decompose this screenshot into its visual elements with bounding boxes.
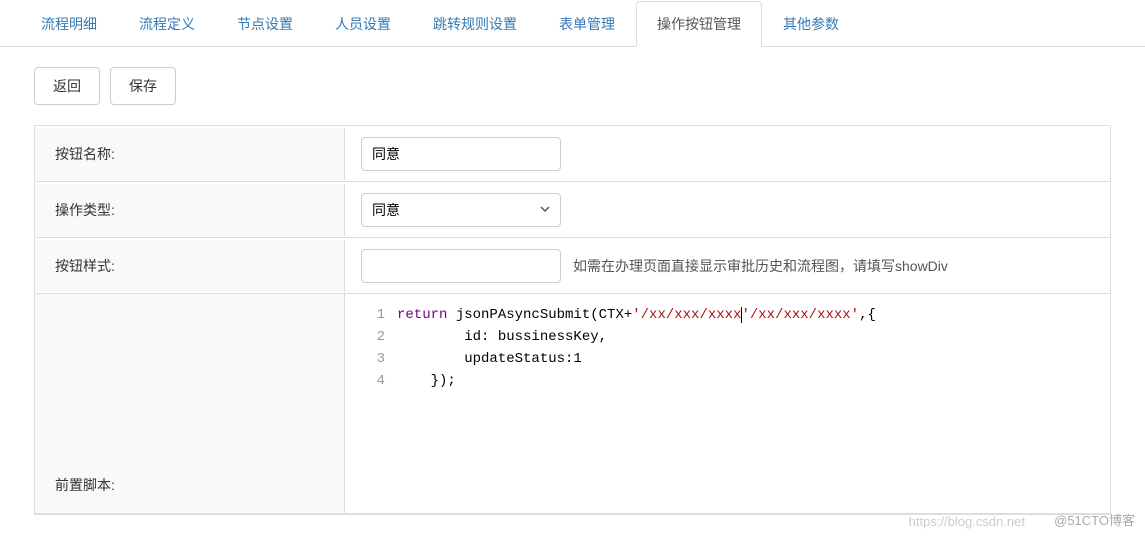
tabs-bar: 流程明细 流程定义 节点设置 人员设置 跳转规则设置 表单管理 操作按钮管理 其…: [0, 0, 1145, 47]
tab-other-params[interactable]: 其他参数: [762, 1, 860, 47]
row-pre-script: 前置脚本: 1 2 3 4 return jsonPAsyncSubmit(CT…: [35, 294, 1110, 514]
row-button-style: 按钮样式: 如需在办理页面直接显示审批历史和流程图，请填写showDiv: [35, 238, 1110, 294]
row-operation-type: 操作类型: 同意: [35, 182, 1110, 238]
watermark-csdn: https://blog.csdn.net: [909, 514, 1025, 529]
label-button-name: 按钮名称:: [35, 128, 345, 180]
tab-jump-rule[interactable]: 跳转规则设置: [412, 1, 538, 47]
code-content[interactable]: return jsonPAsyncSubmit(CTX+'/xx/xxx/xxx…: [397, 304, 1094, 503]
tab-action-button-manage[interactable]: 操作按钮管理: [636, 1, 762, 47]
label-button-style: 按钮样式:: [35, 240, 345, 292]
row-button-name: 按钮名称:: [35, 126, 1110, 182]
tab-process-detail[interactable]: 流程明细: [20, 1, 118, 47]
label-pre-script: 前置脚本:: [35, 294, 345, 513]
tab-node-setting[interactable]: 节点设置: [216, 1, 314, 47]
save-button[interactable]: 保存: [110, 67, 176, 105]
form-area: 按钮名称: 操作类型: 同意 按钮样式: 如需在办理页面直接显示审批历史和流程图…: [34, 125, 1111, 515]
hint-button-style: 如需在办理页面直接显示审批历史和流程图，请填写showDiv: [573, 256, 948, 276]
code-editor[interactable]: 1 2 3 4 return jsonPAsyncSubmit(CTX+'/xx…: [345, 294, 1110, 513]
code-gutter: 1 2 3 4: [375, 304, 397, 503]
tab-process-define[interactable]: 流程定义: [118, 1, 216, 47]
select-operation-type[interactable]: 同意: [361, 193, 561, 227]
toolbar: 返回 保存: [0, 47, 1145, 125]
input-button-style[interactable]: [361, 249, 561, 283]
tab-person-setting[interactable]: 人员设置: [314, 1, 412, 47]
label-operation-type: 操作类型:: [35, 184, 345, 236]
back-button[interactable]: 返回: [34, 67, 100, 105]
tab-form-manage[interactable]: 表单管理: [538, 1, 636, 47]
input-button-name[interactable]: [361, 137, 561, 171]
